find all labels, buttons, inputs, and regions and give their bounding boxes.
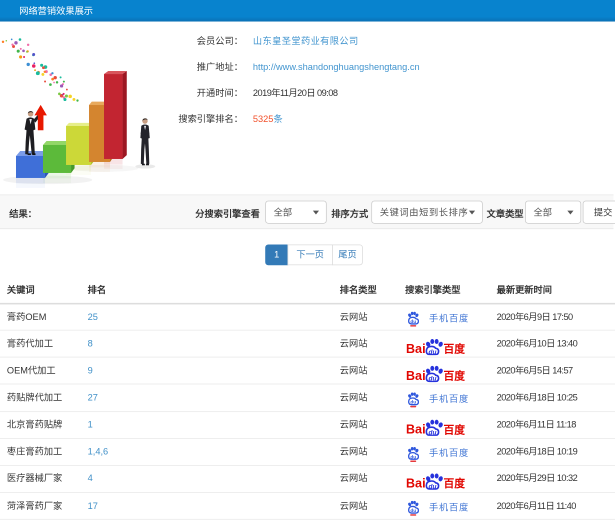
svg-text:百度: 百度 [444,477,466,490]
svg-text:du: du [429,376,437,382]
svg-text:Bai: Bai [407,423,426,436]
svg-text:du: du [429,348,437,354]
svg-text:du: du [410,454,416,460]
svg-text:百度: 百度 [444,369,466,382]
svg-text:du: du [410,319,416,325]
svg-text:du: du [429,430,437,436]
svg-text:百度: 百度 [444,423,466,436]
svg-text:Bai: Bai [407,369,426,382]
svg-text:du: du [429,484,437,490]
svg-text:du: du [410,400,416,406]
svg-text:百度: 百度 [444,342,466,355]
svg-text:Bai: Bai [407,477,426,490]
svg-text:Bai: Bai [407,342,426,355]
svg-text:du: du [410,508,416,514]
